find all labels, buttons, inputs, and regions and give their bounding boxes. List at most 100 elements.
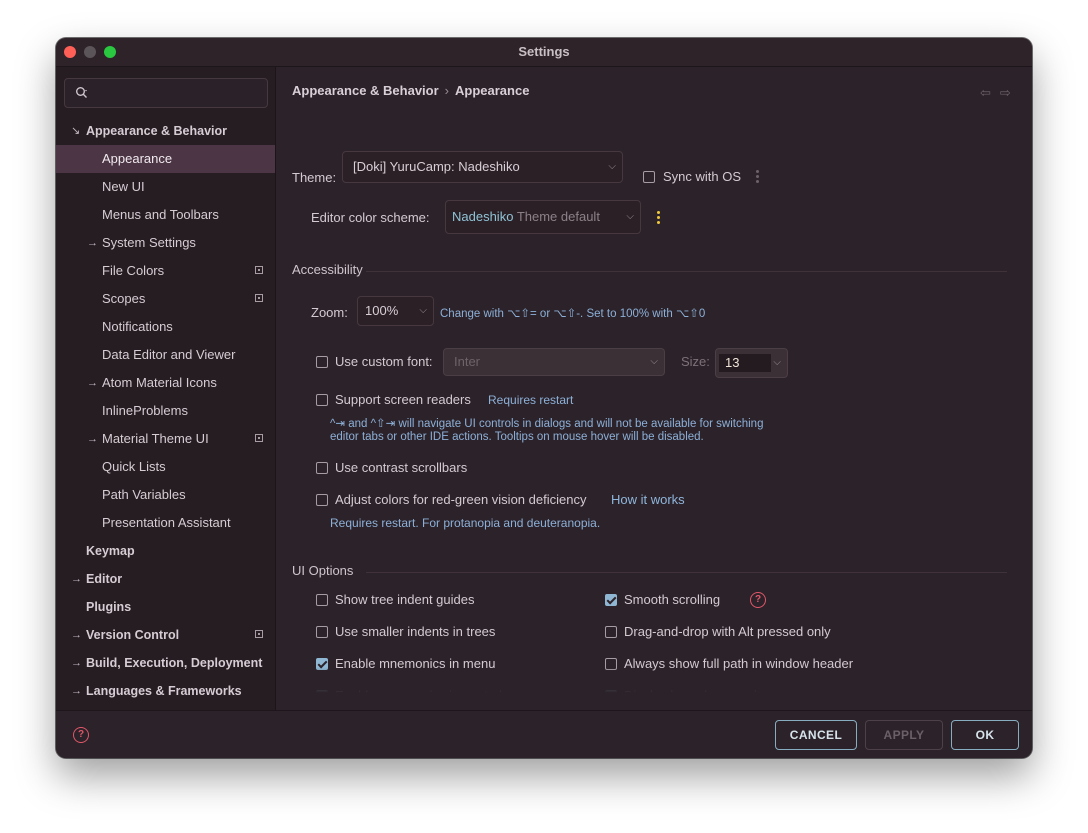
sidebar-item-menus-and-toolbars[interactable]: Menus and Toolbars (56, 201, 275, 229)
sidebar-item-version-control[interactable]: → Version Control (56, 621, 275, 649)
color-scheme-options-kebab-icon[interactable] (657, 211, 660, 226)
sidebar-item-atom-material-icons[interactable]: → Atom Material Icons (56, 369, 275, 397)
contrast-scrollbars-label: Use contrast scrollbars (335, 460, 468, 475)
sidebar-item-presentation-assistant[interactable]: Presentation Assistant (56, 509, 275, 537)
window-title: Settings (518, 44, 570, 59)
settings-sidebar: ↘ Appearance & Behavior Appearance New UI Me… (56, 67, 276, 710)
sidebar-item-label: Scopes (102, 291, 146, 306)
zoom-hint: Change with ⌥⇧= or ⌥⇧-. Set to 100% with… (440, 308, 706, 320)
how-it-works-link[interactable]: How it works (611, 492, 685, 507)
color-scheme-select[interactable]: Nadeshiko Theme default ⌵ (445, 200, 641, 234)
chevron-down-icon: ⌵ (650, 356, 658, 367)
sidebar-item-label: Notifications (102, 319, 173, 334)
dialog-footer: ? CANCEL APPLY OK (56, 710, 1032, 758)
sidebar-item-label: Menus and Toolbars (102, 207, 219, 222)
settings-search-input[interactable] (64, 78, 268, 108)
breadcrumb: Appearance & Behavior › Appearance (292, 83, 529, 98)
sidebar-item-material-theme-ui[interactable]: → Material Theme UI (56, 425, 275, 453)
color-deficiency-checkbox[interactable] (316, 494, 328, 506)
collapsed-arrow-icon[interactable]: → (71, 621, 82, 649)
apply-button[interactable]: APPLY (865, 720, 943, 750)
collapsed-arrow-icon[interactable]: → (71, 677, 82, 705)
chevron-down-icon: ⌵ (608, 161, 616, 172)
sidebar-item-build-execution-deployment[interactable]: → Build, Execution, Deployment (56, 649, 275, 677)
settings-content: Appearance & Behavior › Appearance ⇦⇨ Them… (276, 67, 1032, 735)
sync-with-os-checkbox[interactable] (643, 171, 655, 183)
sidebar-item-quick-lists[interactable]: Quick Lists (56, 453, 275, 481)
use-smaller-indents-in-trees-label: Use smaller indents in trees (335, 624, 496, 639)
sidebar-item-file-colors[interactable]: File Colors (56, 257, 275, 285)
sidebar-item-data-editor-and-viewer[interactable]: Data Editor and Viewer (56, 341, 275, 369)
show-tree-indent-guides-label: Show tree indent guides (335, 592, 475, 607)
sidebar-item-label: Build, Execution, Deployment (86, 656, 263, 670)
collapsed-arrow-icon[interactable]: → (71, 565, 82, 593)
project-level-icon (255, 630, 263, 638)
custom-font-select[interactable]: Inter ⌵ (443, 348, 665, 376)
color-deficiency-hint: Requires restart. For protanopia and deu… (330, 516, 601, 530)
sidebar-item-label: Material Theme UI (102, 431, 209, 446)
expanded-arrow-icon[interactable]: ↘ (71, 117, 80, 145)
color-deficiency-label: Adjust colors for red-green vision defic… (335, 492, 587, 507)
collapsed-arrow-icon[interactable]: → (87, 425, 98, 453)
sidebar-item-appearance[interactable]: Appearance (56, 145, 275, 173)
sidebar-item-languages-frameworks[interactable]: → Languages & Frameworks (56, 677, 275, 705)
theme-select[interactable]: [Doki] YuruCamp: Nadeshiko ⌵ (342, 151, 623, 183)
sidebar-item-inlineproblems[interactable]: InlineProblems (56, 397, 275, 425)
sidebar-item-keymap[interactable]: Keymap (56, 537, 275, 565)
screen-readers-checkbox[interactable] (316, 394, 328, 406)
show-tree-indent-guides-checkbox[interactable] (316, 594, 328, 606)
theme-label: Theme: (292, 170, 337, 185)
color-scheme-name: Nadeshiko (452, 209, 514, 224)
custom-font-value: Inter (454, 354, 481, 369)
zoom-select[interactable]: 100% ⌵ (357, 296, 434, 326)
ok-button[interactable]: OK (951, 720, 1019, 750)
sidebar-item-label: Appearance & Behavior (86, 124, 228, 138)
font-size-value[interactable]: 13 (719, 354, 771, 372)
collapsed-arrow-icon[interactable]: → (71, 649, 82, 677)
sidebar-item-appearance-behavior[interactable]: ↘ Appearance & Behavior (56, 117, 275, 145)
custom-font-checkbox[interactable] (316, 356, 328, 368)
section-divider (366, 572, 1007, 573)
sidebar-item-label: Appearance (102, 151, 173, 166)
sidebar-item-notifications[interactable]: Notifications (56, 313, 275, 341)
sidebar-item-label: InlineProblems (102, 403, 188, 418)
font-size-select[interactable]: 13 ⌵ (715, 348, 788, 378)
sidebar-item-label: System Settings (102, 235, 196, 250)
contrast-scrollbars-checkbox[interactable] (316, 462, 328, 474)
sidebar-item-path-variables[interactable]: Path Variables (56, 481, 275, 509)
requires-restart-note: Requires restart (488, 393, 574, 407)
sidebar-item-plugins[interactable]: Plugins (56, 593, 275, 621)
sidebar-item-label: Keymap (86, 544, 135, 558)
sidebar-item-label: Version Control (86, 628, 180, 642)
search-icon (76, 87, 87, 98)
screen-readers-label: Support screen readers (335, 392, 471, 407)
smooth-scrolling-checkbox[interactable] (605, 594, 617, 606)
font-size-label: Size: (681, 354, 710, 369)
sidebar-item-label: Editor (86, 572, 123, 586)
zoom-value: 100% (365, 303, 399, 318)
cancel-button[interactable]: CANCEL (775, 720, 857, 750)
sidebar-item-system-settings[interactable]: → System Settings (56, 229, 275, 257)
sidebar-item-label: Data Editor and Viewer (102, 347, 236, 362)
forward-arrow-icon[interactable]: ⇨ (1000, 85, 1020, 100)
sidebar-item-scopes[interactable]: Scopes (56, 285, 275, 313)
sync-with-os-label: Sync with OS (663, 169, 742, 184)
screen-readers-hint-line1: ^⇥ and ^⇧⇥ will navigate UI controls in … (330, 418, 764, 430)
sidebar-item-label: Languages & Frameworks (86, 684, 242, 698)
sidebar-item-editor[interactable]: → Editor (56, 565, 275, 593)
chevron-down-icon: ⌵ (626, 211, 634, 222)
project-level-icon (255, 266, 263, 274)
theme-options-kebab-icon[interactable] (756, 170, 759, 185)
custom-font-label: Use custom font: (335, 354, 433, 369)
smooth-scrolling-help-icon[interactable]: ? (750, 592, 766, 608)
drag-and-drop-with-alt-pressed-only-checkbox[interactable] (605, 626, 617, 638)
sidebar-item-label: Atom Material Icons (102, 375, 217, 390)
back-arrow-icon[interactable]: ⇦ (980, 85, 1000, 100)
breadcrumb-parent[interactable]: Appearance & Behavior (292, 83, 439, 98)
sidebar-item-new-ui[interactable]: New UI (56, 173, 275, 201)
use-smaller-indents-in-trees-checkbox[interactable] (316, 626, 328, 638)
collapsed-arrow-icon[interactable]: → (87, 369, 98, 397)
help-icon[interactable]: ? (73, 727, 89, 743)
project-level-icon (255, 434, 263, 442)
collapsed-arrow-icon[interactable]: → (87, 229, 98, 257)
